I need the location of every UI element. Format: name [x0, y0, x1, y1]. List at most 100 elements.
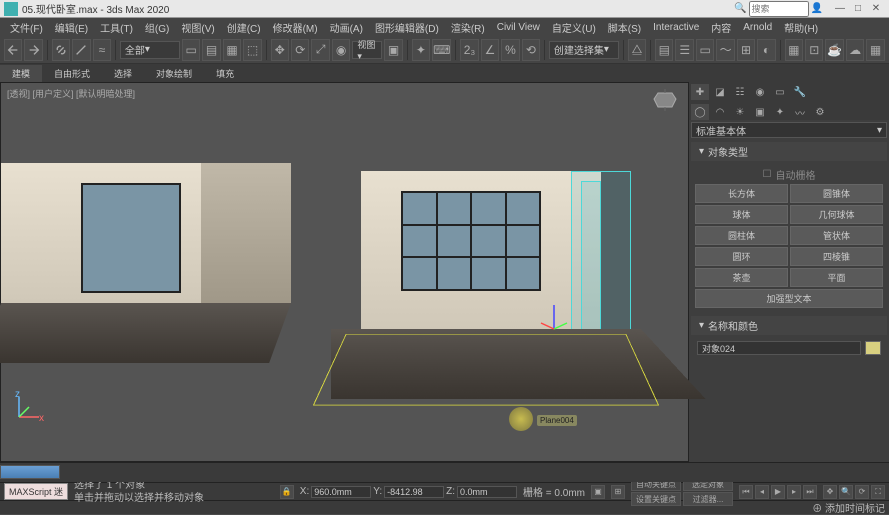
menu-interactive[interactable]: Interactive	[647, 22, 705, 33]
viewport-pan-button[interactable]: ✥	[823, 485, 837, 499]
material-editor-button[interactable]: ◐	[757, 39, 775, 61]
track-bar[interactable]	[0, 462, 889, 482]
bind-spacewarp-button[interactable]: ≈	[93, 39, 111, 61]
undo-button[interactable]	[4, 39, 22, 61]
viewport-orbit-button[interactable]: ⟳	[855, 485, 869, 499]
percent-snap-button[interactable]: %	[501, 39, 519, 61]
goto-start-button[interactable]: ⏮	[739, 485, 753, 499]
prim-tube[interactable]: 管状体	[790, 226, 883, 245]
render-setup-button[interactable]: ▦	[785, 39, 803, 61]
render-button[interactable]: ☕	[825, 39, 843, 61]
subtab-shapes[interactable]: ◠	[711, 104, 729, 120]
select-region-button[interactable]: ▦	[223, 39, 241, 61]
prim-geosphere[interactable]: 几何球体	[790, 205, 883, 224]
tab-modify[interactable]: ◪	[711, 84, 729, 100]
subtab-cameras[interactable]: ▣	[751, 104, 769, 120]
search-input[interactable]	[749, 1, 809, 17]
menu-tools[interactable]: 工具(T)	[94, 20, 139, 35]
ribbon-tab-freeform[interactable]: 自由形式	[42, 65, 102, 82]
menu-rendering[interactable]: 渲染(R)	[445, 20, 491, 35]
prim-teapot[interactable]: 茶壶	[695, 268, 788, 287]
menu-file[interactable]: 文件(F)	[4, 20, 49, 35]
menu-arnold[interactable]: Arnold	[737, 22, 778, 33]
snap-toggle-2-button[interactable]: 2₃	[460, 39, 478, 61]
menu-customize[interactable]: 自定义(U)	[546, 20, 602, 35]
ribbon-tab-populate[interactable]: 填充	[204, 65, 246, 82]
prim-box[interactable]: 长方体	[695, 184, 788, 203]
play-button[interactable]: ▶	[771, 485, 785, 499]
close-button[interactable]: ✕	[867, 2, 885, 16]
prim-cylinder[interactable]: 圆柱体	[695, 226, 788, 245]
viewport-zoom-button[interactable]: 🔍	[839, 485, 853, 499]
placement-button[interactable]: ◉	[332, 39, 350, 61]
rollout-name-color[interactable]: ▾名称和颜色	[691, 316, 887, 335]
subtab-helpers[interactable]: ✦	[771, 104, 789, 120]
tab-utilities[interactable]: 🔧	[791, 84, 809, 100]
autogrid-checkbox[interactable]: ☐	[763, 169, 772, 180]
add-time-tag[interactable]: ⊕ 添加时间标记	[812, 500, 885, 515]
menu-content[interactable]: 内容	[705, 20, 737, 35]
menu-help[interactable]: 帮助(H)	[778, 20, 824, 35]
prim-sphere[interactable]: 球体	[695, 205, 788, 224]
prim-cone[interactable]: 圆锥体	[790, 184, 883, 203]
object-color-swatch[interactable]	[865, 341, 881, 355]
ribbon-tab-selection[interactable]: 选择	[102, 65, 144, 82]
prim-textplus[interactable]: 加强型文本	[695, 289, 883, 308]
render-in-cloud-button[interactable]: ☁	[846, 39, 864, 61]
isolate-button[interactable]: ▣	[591, 485, 605, 499]
coord-z-input[interactable]	[457, 486, 517, 498]
manipulate-button[interactable]: ✦	[412, 39, 430, 61]
tab-create[interactable]: ✚	[691, 84, 709, 100]
time-slider[interactable]	[0, 465, 60, 479]
layer-explorer-button[interactable]: ☰	[675, 39, 693, 61]
account-icon[interactable]: 👤	[811, 3, 823, 14]
schematic-view-button[interactable]: ⊞	[737, 39, 755, 61]
menu-animation[interactable]: 动画(A)	[324, 20, 369, 35]
tab-motion[interactable]: ◉	[751, 84, 769, 100]
tab-hierarchy[interactable]: ☷	[731, 84, 749, 100]
lock-selection-button[interactable]: 🔒	[280, 485, 294, 499]
select-object-button[interactable]: ▭	[182, 39, 200, 61]
rendered-frame-button[interactable]: ⊡	[805, 39, 823, 61]
ribbon-tab-modeling[interactable]: 建模	[0, 65, 42, 82]
menu-scripting[interactable]: 脚本(S)	[602, 20, 647, 35]
rotate-button[interactable]: ⟳	[291, 39, 309, 61]
goto-end-button[interactable]: ⏭	[803, 485, 817, 499]
subtab-lights[interactable]: ☀	[731, 104, 749, 120]
menu-create[interactable]: 创建(C)	[221, 20, 267, 35]
pivot-button[interactable]: ▣	[384, 39, 402, 61]
viewport-maximize-button[interactable]: ⛶	[871, 485, 885, 499]
next-frame-button[interactable]: ▸	[787, 485, 801, 499]
ribbon-tab-objectpaint[interactable]: 对象绘制	[144, 65, 204, 82]
coord-y-input[interactable]	[384, 486, 444, 498]
transform-gizmo[interactable]	[539, 301, 569, 331]
named-selset-dropdown[interactable]: 创建选择集▾	[549, 41, 619, 59]
prim-pyramid[interactable]: 四棱锥	[790, 247, 883, 266]
viewport[interactable]: [透视] [用户定义] [默认明暗处理]	[0, 82, 689, 462]
object-name-input[interactable]	[697, 341, 861, 355]
menu-civilview[interactable]: Civil View	[491, 22, 546, 33]
menu-group[interactable]: 组(G)	[139, 20, 175, 35]
coord-x-input[interactable]	[311, 486, 371, 498]
setkey-button[interactable]: 设置关键点	[631, 492, 681, 506]
keyboard-shortcut-button[interactable]: ⌨	[432, 39, 451, 61]
rollout-object-type[interactable]: ▾对象类型	[691, 142, 887, 161]
refcoord-dropdown[interactable]: 视图▾	[352, 41, 382, 59]
menu-edit[interactable]: 编辑(E)	[49, 20, 94, 35]
prev-frame-button[interactable]: ◂	[755, 485, 769, 499]
curve-editor-button[interactable]: 〜	[716, 39, 734, 61]
menu-modifiers[interactable]: 修改器(M)	[267, 20, 324, 35]
maximize-button[interactable]: □	[849, 2, 867, 16]
selection-filter-dropdown[interactable]: 全部▾	[120, 41, 180, 59]
minimize-button[interactable]: —	[831, 2, 849, 16]
angle-snap-button[interactable]: ∠	[481, 39, 499, 61]
align-button[interactable]: ▤	[655, 39, 673, 61]
keyfilter-button[interactable]: 过滤器...	[683, 492, 733, 506]
subtab-spacewarps[interactable]: 〰	[791, 104, 809, 120]
select-by-name-button[interactable]: ▤	[202, 39, 220, 61]
viewcube[interactable]	[650, 87, 680, 111]
prim-plane[interactable]: 平面	[790, 268, 883, 287]
spinner-snap-button[interactable]: ⟲	[522, 39, 540, 61]
mirror-button[interactable]: ⧋	[628, 39, 646, 61]
unlink-button[interactable]	[72, 39, 90, 61]
